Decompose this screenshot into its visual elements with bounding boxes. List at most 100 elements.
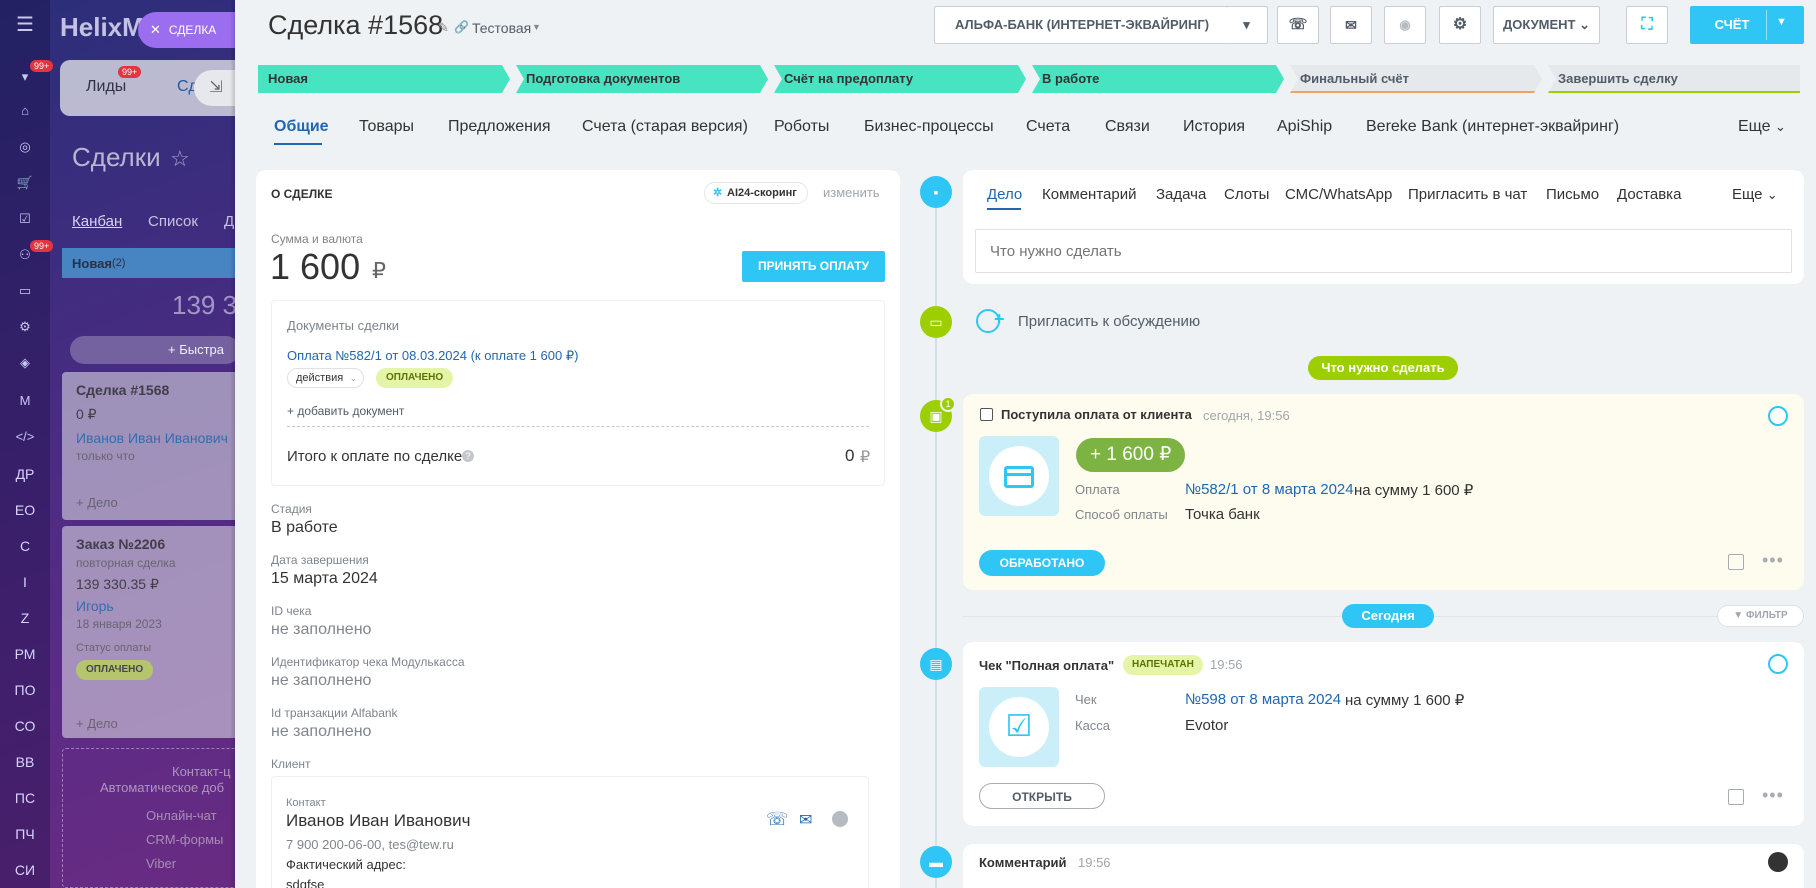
nav-item[interactable]: ЕО bbox=[0, 502, 50, 518]
more-icon[interactable]: ••• bbox=[1762, 550, 1784, 571]
check-id-value[interactable]: не заполнено bbox=[271, 621, 371, 639]
edit-icon[interactable]: ✎ bbox=[438, 20, 449, 36]
bg-card2-add[interactable]: + Дело bbox=[76, 716, 118, 731]
tab-invoices[interactable]: Счета bbox=[1026, 118, 1070, 136]
link-icon[interactable]: 🔗 bbox=[454, 20, 469, 34]
document-link[interactable]: Оплата №582/1 от 08.03.2024 (к оплате 1 … bbox=[287, 348, 578, 364]
cart-icon[interactable]: 🛒 bbox=[14, 172, 36, 194]
tl-tab-slots[interactable]: Слоты bbox=[1224, 186, 1269, 203]
change-link[interactable]: изменить bbox=[823, 185, 880, 200]
tl-tab-task[interactable]: Задача bbox=[1156, 186, 1206, 203]
chevron-down-icon[interactable]: ▼ bbox=[532, 22, 541, 32]
robot-icon[interactable]: ⚙ bbox=[14, 316, 36, 338]
fullscreen-icon[interactable]: ⛶ bbox=[1626, 6, 1668, 44]
tab-old-invoices[interactable]: Счета (старая версия) bbox=[582, 118, 748, 136]
payment-link[interactable]: №582/1 от 8 марта 2024 bbox=[1185, 481, 1354, 498]
tl-tab-sms[interactable]: СМС/WhatsApp bbox=[1285, 186, 1392, 203]
check-link[interactable]: №598 от 8 марта 2024 bbox=[1185, 691, 1341, 708]
contact-name[interactable]: Иванов Иван Иванович bbox=[286, 811, 470, 831]
tab-links[interactable]: Связи bbox=[1105, 118, 1150, 136]
more-icon[interactable]: ••• bbox=[1762, 785, 1784, 806]
box-icon[interactable]: ◈ bbox=[14, 352, 36, 374]
document-button[interactable]: ДОКУМЕНТ ⌄ bbox=[1493, 6, 1600, 44]
m-logo-icon[interactable]: М bbox=[14, 390, 36, 412]
open-button[interactable]: ОТКРЫТЬ bbox=[979, 783, 1105, 809]
nav-item[interactable]: Z bbox=[0, 610, 50, 626]
nav-item[interactable]: С bbox=[0, 538, 50, 554]
code-icon[interactable]: </> bbox=[14, 426, 36, 448]
complete-checkbox[interactable] bbox=[980, 408, 993, 421]
help-icon[interactable]: ? bbox=[462, 450, 474, 462]
stage-value[interactable]: В работе bbox=[271, 519, 338, 537]
nav-item[interactable]: ПО bbox=[0, 682, 50, 698]
tab-offers[interactable]: Предложения bbox=[448, 118, 551, 136]
nav-item[interactable]: ДР bbox=[0, 466, 50, 482]
tl-tab-comment[interactable]: Комментарий bbox=[1042, 186, 1136, 203]
bg-card-add[interactable]: + Дело bbox=[76, 495, 118, 510]
bg-tab-leads[interactable]: Лиды bbox=[86, 78, 126, 96]
modulkassa-value[interactable]: не заполнено bbox=[271, 672, 371, 690]
mail-icon[interactable]: ✉ bbox=[799, 810, 812, 830]
target-icon[interactable]: ◎ bbox=[14, 136, 36, 158]
document-actions-dropdown[interactable]: действия ⌄ bbox=[287, 368, 365, 388]
close-icon[interactable]: ✕ bbox=[150, 22, 161, 37]
nav-item[interactable]: РМ bbox=[0, 646, 50, 662]
stage-item[interactable]: Завершить сделку bbox=[1548, 65, 1800, 93]
stage-item[interactable]: Подготовка документов bbox=[516, 65, 768, 93]
stage-item[interactable]: Финальный счёт bbox=[1290, 65, 1542, 93]
note-icon[interactable] bbox=[1728, 554, 1744, 570]
bank-button[interactable]: АЛЬФА-БАНК (ИНТЕРНЕТ-ЭКВАЙРИНГ) bbox=[934, 6, 1246, 44]
nav-item[interactable]: СИ bbox=[0, 862, 50, 878]
add-document-link[interactable]: + добавить документ bbox=[287, 404, 404, 418]
mail-icon[interactable]: ✉ bbox=[1330, 6, 1372, 44]
home-icon[interactable]: ⌂ bbox=[14, 100, 36, 122]
filter-button[interactable]: ▼ ФИЛЬТР bbox=[1717, 605, 1804, 627]
column-count: (2) bbox=[112, 257, 126, 269]
bg-view-list[interactable]: Список bbox=[148, 213, 198, 230]
tab-apiship[interactable]: ApiShip bbox=[1277, 118, 1332, 136]
tl-tabs-more[interactable]: Еще ⌄ bbox=[1732, 186, 1778, 203]
tab-bereke-bank[interactable]: Bereke Bank (интернет-эквайринг) bbox=[1366, 118, 1619, 136]
invoice-dropdown-chevron-icon[interactable]: ▼ bbox=[1776, 16, 1787, 28]
tl-tab-email[interactable]: Письмо bbox=[1546, 186, 1599, 203]
bank-dropdown-chevron-icon[interactable]: ▾ bbox=[1226, 6, 1268, 44]
todo-input[interactable] bbox=[975, 229, 1792, 273]
alfabank-value[interactable]: не заполнено bbox=[271, 723, 371, 741]
tab-products[interactable]: Товары bbox=[359, 118, 414, 136]
tab-business-processes[interactable]: Бизнес-процессы bbox=[864, 118, 994, 136]
slider-close-tab[interactable]: ✕ СДЕЛКА bbox=[138, 12, 240, 48]
card-icon[interactable]: ▭ bbox=[14, 280, 36, 302]
phone-icon[interactable]: ☏ bbox=[766, 809, 789, 830]
accept-payment-button[interactable]: ПРИНЯТЬ ОПЛАТУ bbox=[742, 251, 885, 282]
menu-icon[interactable]: ☰ bbox=[14, 14, 36, 36]
tl-tab-delivery[interactable]: Доставка bbox=[1617, 186, 1681, 203]
quick-add-button[interactable]: + Быстра bbox=[70, 336, 240, 364]
deal-category[interactable]: Тестовая bbox=[472, 20, 531, 36]
bg-view-kanban[interactable]: Канбан bbox=[72, 213, 122, 230]
ai-scoring-badge[interactable]: ✲ AI24-скоринг bbox=[704, 182, 808, 204]
settings-gear-icon[interactable]: ⚙ bbox=[1439, 6, 1481, 44]
stage-item[interactable]: В работе bbox=[1032, 65, 1284, 93]
stage-item[interactable]: Счёт на предоплату bbox=[774, 65, 1026, 93]
stage-item[interactable]: Новая bbox=[258, 65, 510, 93]
tl-tab-deal[interactable]: Дело bbox=[987, 186, 1022, 203]
note-icon[interactable] bbox=[1728, 789, 1744, 805]
tl-tab-invite-chat[interactable]: Пригласить в чат bbox=[1408, 186, 1527, 203]
close-date-value[interactable]: 15 марта 2024 bbox=[271, 570, 378, 588]
nav-item[interactable]: ВВ bbox=[0, 754, 50, 770]
phone-icon[interactable]: ☏ bbox=[1277, 6, 1319, 44]
tab-history[interactable]: История bbox=[1183, 118, 1245, 136]
nav-item[interactable]: ПС bbox=[0, 790, 50, 806]
invoice-button[interactable]: СЧЁТ bbox=[1690, 6, 1804, 44]
star-icon[interactable]: ☆ bbox=[170, 146, 190, 172]
nav-item[interactable]: ПЧ bbox=[0, 826, 50, 842]
processed-button[interactable]: ОБРАБОТАНО bbox=[979, 550, 1105, 576]
nav-item[interactable]: I bbox=[0, 574, 50, 590]
chat-icon[interactable]: ◉ bbox=[1384, 6, 1426, 44]
chat-icon[interactable] bbox=[832, 811, 848, 827]
tab-general[interactable]: Общие bbox=[274, 118, 329, 136]
nav-item[interactable]: СО bbox=[0, 718, 50, 734]
tab-robots[interactable]: Роботы bbox=[774, 118, 829, 136]
checkbox-icon[interactable]: ☑ bbox=[14, 208, 36, 230]
tabs-more[interactable]: Еще ⌄ bbox=[1738, 118, 1786, 136]
